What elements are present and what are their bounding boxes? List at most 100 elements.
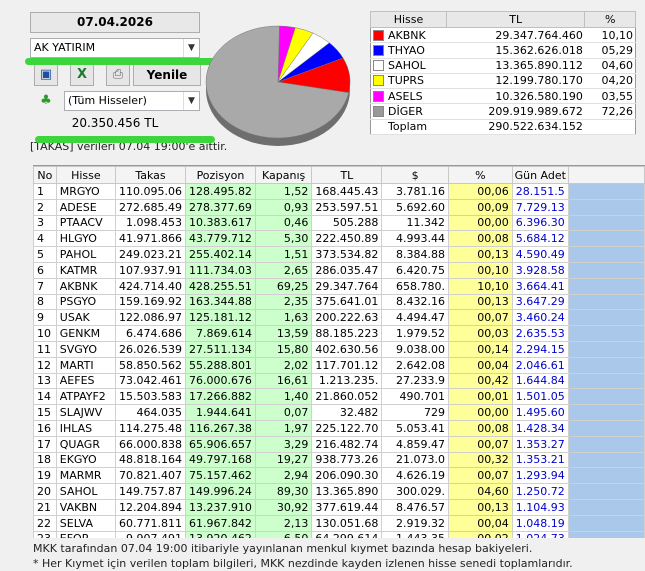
grid-cell-kapan: 2,35 [254, 293, 313, 311]
legend-swatch [370, 103, 386, 120]
table-row[interactable]: 10 GENKM 6.474.686 7.869.614 13,59 88.185.223… [33, 325, 645, 342]
table-row[interactable]: 11 SVGYO 26.026.539 27.511.134 15,80 402.630.… [33, 340, 645, 358]
grid-header-4[interactable]: Kapanış [254, 166, 313, 184]
legend-row: SAHOL 13.365.890.112 04,60 [370, 58, 636, 74]
grid-cell-tl: 402.630.56 [311, 340, 383, 358]
grid-cell-pozisyon: 49.797.168 [184, 451, 256, 469]
grid-cell-$: 1.443.35 [381, 530, 449, 538]
broker-select-value: AK YATIRIM [34, 41, 96, 54]
grid-cell-no: 21 [33, 498, 57, 516]
highlight-mark [25, 58, 225, 65]
grid-cell-pozisyon: 428.255.51 [184, 277, 256, 295]
grid-cell-takas: 272.685.49 [114, 198, 186, 216]
grid-filler-cell [567, 340, 645, 358]
table-row[interactable]: 5 PAHOL 249.023.21 255.402.14 1,51 373.534.82… [33, 246, 645, 263]
table-row[interactable]: 1 MRGYO 110.095.06 128.495.82 1,52 168.445.43… [33, 183, 645, 200]
table-row[interactable]: 18 EKGYO 48.818.164 49.797.168 19,27 938.773.… [33, 451, 645, 469]
grid-cell-gnadet: 1.024.73 [511, 530, 569, 538]
legend-name: DİGER [386, 103, 447, 120]
table-row[interactable]: 22 SELVA 60.771.811 61.967.842 2,13 130.051.6… [33, 514, 645, 532]
grid-cell-hisse: HLGYO [55, 230, 116, 248]
grid-filler-cell [567, 183, 645, 200]
table-row[interactable]: 12 MARTI 58.850.562 55.288.801 2,02 117.701.1… [33, 356, 645, 374]
grid-cell-gnadet: 1.353.27 [511, 435, 569, 453]
grid-cell-kapan: 15,80 [254, 340, 313, 358]
grid-cell-hisse: KATMR [55, 261, 116, 279]
table-row[interactable]: 2 ADESE 272.685.49 278.377.69 0,93 253.597.51… [33, 198, 645, 216]
grid-cell-kapan: 3,29 [254, 435, 313, 453]
print-icon[interactable]: ⎙ [106, 64, 130, 86]
table-row[interactable]: 6 KATMR 107.937.91 111.734.03 2,65 286.035.47… [33, 261, 645, 279]
stock-filter-select[interactable]: (Tüm Hisseler) ▼ [64, 91, 200, 111]
save-icon[interactable]: ▣ [34, 64, 58, 86]
legend-swatch-color [373, 29, 384, 41]
grid-cell-pozisyon: 13.920.462 [184, 530, 256, 538]
grid-cell-$: 300.029. [381, 483, 449, 500]
footer-notes: MKK tarafından 07.04 19:00 itibariyle ya… [33, 541, 645, 571]
grid-cell-no: 17 [33, 435, 57, 453]
table-row[interactable]: 23EFOR9.907.49113.920.4626,5064.299.6141… [33, 530, 645, 538]
grid-header-8[interactable]: Gün Adet [511, 166, 569, 184]
grid-header-3[interactable]: Pozisyon [184, 166, 256, 184]
grid-cell-kapan: 0,46 [254, 214, 313, 232]
grid-cell-tl: 377.619.44 [311, 498, 383, 516]
table-row[interactable]: 8 PSGYO 159.169.92 163.344.88 2,35 375.641.01… [33, 293, 645, 311]
table-row[interactable]: 9 USAK 122.086.97 125.181.12 1,63 200.222.63 4… [33, 309, 645, 327]
grid-cell-%: 00,03 [448, 325, 513, 342]
legend-name: TUPRS [386, 73, 447, 90]
group-icon: ♣ [40, 93, 52, 108]
chevron-down-icon[interactable]: ▼ [183, 39, 199, 57]
grid-cell-pozisyon: 111.734.03 [184, 261, 256, 279]
table-row[interactable]: 19 MARMR 70.821.407 75.157.462 2,94 206.090.3… [33, 467, 645, 485]
grid-cell-hisse: SELVA [55, 514, 116, 532]
grid-cell-$: 1.979.52 [381, 325, 449, 342]
grid-cell-$: 11.342 [381, 214, 449, 232]
legend-tl: 15.362.626.018 [446, 42, 585, 59]
table-row[interactable]: 7 AKBNK 424.714.40 428.255.51 69,25 29.347.76… [33, 277, 645, 295]
broker-select[interactable]: AK YATIRIM ▼ [30, 38, 200, 58]
grid-header-6[interactable]: $ [381, 166, 449, 184]
grid-cell-tl: 286.035.47 [311, 261, 383, 279]
table-row[interactable]: 20 SAHOL 149.757.87 149.996.24 89,30 13.365.8… [33, 483, 645, 500]
grid-header-5[interactable]: TL [311, 166, 383, 184]
grid-cell-pozisyon: 7.869.614 [184, 325, 256, 342]
grid-cell-$: 21.073.0 [381, 451, 449, 469]
grid-cell-%: 00,10 [448, 261, 513, 279]
stock-filter-value: (Tüm Hisseler) [68, 94, 147, 107]
grid-cell-hisse: MRGYO [55, 183, 116, 200]
grid-cell-gnadet: 1.104.93 [511, 498, 569, 516]
grid-cell-pozisyon: 149.996.24 [184, 483, 256, 500]
table-row[interactable]: 3 PTAACV 1.098.453 10.383.617 0,46 505.288 11.… [33, 214, 645, 232]
grid-header-0[interactable]: No [33, 166, 57, 184]
table-row[interactable]: 21 VAKBN 12.204.894 13.237.910 30,92 377.619.… [33, 498, 645, 516]
table-row[interactable]: 17 QUAGR 66.000.838 65.906.657 3,29 216.482.7… [33, 435, 645, 453]
table-row[interactable]: 16 IHLAS 114.275.48 116.267.38 1,97 225.122.7… [33, 419, 645, 437]
grid-cell-pozisyon: 43.779.712 [184, 230, 256, 248]
grid-cell-pozisyon: 125.181.12 [184, 309, 256, 327]
grid-cell-%: 00,08 [448, 419, 513, 437]
grid-cell-takas: 149.757.87 [114, 483, 186, 500]
total-tl: 20.350.456 TL [71, 116, 159, 130]
grid-header-2[interactable]: Takas [114, 166, 186, 184]
grid-cell-pozisyon: 163.344.88 [184, 293, 256, 311]
grid-filler-cell [567, 246, 645, 263]
chevron-down-icon[interactable]: ▼ [183, 92, 199, 110]
grid-header-1[interactable]: Hisse [55, 166, 116, 184]
table-row[interactable]: 13 AEFES 73.042.461 76.000.676 16,61 1.213.23… [33, 372, 645, 390]
excel-export-icon[interactable]: X [70, 64, 94, 86]
legend-row: Toplam 290.522.634.152 [370, 119, 636, 136]
holdings-grid[interactable]: No Hisse Takas Pozisyon Kapanış TL $% Gün Adet … [33, 165, 645, 538]
legend-tl: 209.919.989.672 [446, 103, 585, 120]
refresh-button[interactable]: Yenile [133, 64, 201, 86]
legend-swatch [370, 42, 386, 59]
grid-cell-pozisyon: 13.237.910 [184, 498, 256, 516]
grid-filler-cell [567, 419, 645, 437]
grid-header-7[interactable]: % [448, 166, 513, 184]
grid-cell-tl: 21.860.052 [311, 388, 383, 406]
grid-cell-tl: 253.597.51 [311, 198, 383, 216]
table-row[interactable]: 15 SLAJWV 464.035 1.944.641 0,07 32.482 729 00,… [33, 404, 645, 421]
table-row[interactable]: 14 ATPAYF2 15.503.583 17.266.882 1,40 21.860.… [33, 388, 645, 406]
grid-cell-takas: 66.000.838 [114, 435, 186, 453]
table-row[interactable]: 4 HLGYO 41.971.866 43.779.712 5,30 222.450.89… [33, 230, 645, 248]
grid-cell-no: 19 [33, 467, 57, 485]
